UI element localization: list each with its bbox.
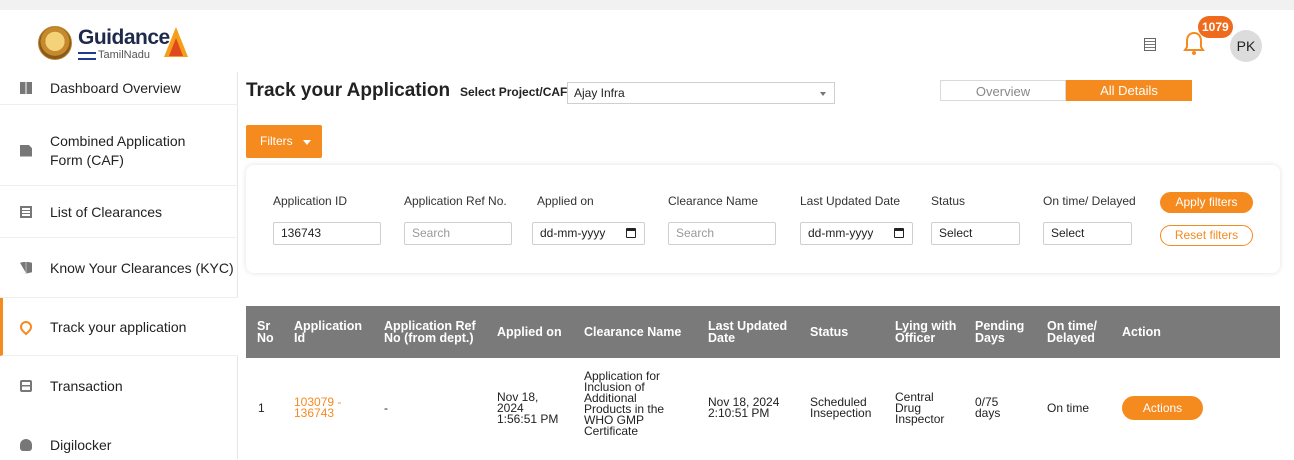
document-icon — [20, 144, 32, 157]
column-header-applied-on: Applied on — [497, 325, 562, 339]
logo-lines-icon — [78, 52, 96, 60]
guidance-logo[interactable]: Guidance TamilNadu — [38, 24, 188, 64]
app-header: Guidance TamilNadu — [0, 10, 1294, 72]
application-ref-label: Application Ref No. — [404, 194, 507, 208]
status-select[interactable]: Select — [931, 222, 1020, 245]
clearance-name-label: Clearance Name — [668, 194, 759, 208]
sidebar-item-dashboard[interactable]: Dashboard Overview — [0, 72, 238, 105]
sidebar-item-label: Transaction — [50, 378, 123, 394]
applied-on-label: Applied on — [537, 194, 594, 208]
ontime-label: On time/ Delayed — [1043, 194, 1136, 208]
book-icon — [20, 261, 32, 274]
chevron-down-icon — [820, 92, 826, 96]
sidebar-item-label: Dashboard Overview — [50, 80, 181, 96]
column-header-lying-with-officer: Lying with Officer — [895, 319, 957, 345]
column-header-status: Status — [810, 325, 849, 339]
tab-overview[interactable]: Overview — [940, 80, 1066, 101]
status-label: Status — [931, 194, 966, 208]
row-application-id-link[interactable]: 103079 - 136743 — [294, 396, 354, 419]
row-applied-on: Nov 18, 2024 1:56:51 PM — [497, 390, 559, 426]
row-sr-no: 1 — [258, 401, 265, 415]
sidebar-item-label: Track your application — [50, 318, 187, 335]
filters-button[interactable]: Filters — [246, 125, 322, 158]
last-updated-date-input[interactable]: dd-mm-yyyy — [800, 222, 913, 245]
reset-filters-button[interactable]: Reset filters — [1160, 225, 1253, 246]
application-id-input[interactable]: 136743 — [273, 222, 381, 245]
cloud-icon — [20, 439, 32, 451]
flame-inner-icon — [169, 38, 183, 56]
column-header-sr-no: Sr No — [257, 319, 274, 345]
row-lying-with-officer: Central Drug Inspector — [895, 390, 945, 426]
row-ontime-delayed: On time — [1047, 401, 1090, 415]
notification-count-badge[interactable]: 1079 — [1198, 16, 1233, 38]
last-updated-label: Last Updated Date — [800, 194, 901, 208]
last-updated-date-value: dd-mm-yyyy — [808, 226, 874, 240]
column-header-ontime-delayed: On time/ Delayed — [1047, 319, 1098, 345]
transaction-icon — [20, 380, 32, 392]
select-project-label: Select Project/CAF — [460, 85, 568, 99]
row-last-updated: Nov 18, 2024 2:10:51 PM — [708, 395, 780, 420]
sidebar-item-clearances[interactable]: List of Clearances — [0, 186, 238, 238]
location-pin-icon — [17, 318, 35, 335]
logo-title: Guidance — [78, 26, 170, 49]
sidebar-item-kyc[interactable]: Know Your Clearances (KYC) — [0, 238, 238, 298]
sidebar-item-label: Digilocker — [50, 437, 112, 453]
user-avatar[interactable]: PK — [1230, 30, 1262, 62]
row-clearance-name: Application for Inclusion of Additional … — [584, 369, 665, 438]
calendar-icon[interactable] — [626, 228, 636, 238]
filters-button-label: Filters — [260, 134, 293, 148]
row-status: Scheduled Insepection — [810, 395, 872, 420]
column-header-clearance-name: Clearance Name — [584, 325, 682, 339]
page-title: Track your Application — [246, 80, 451, 101]
column-header-application-id: Application Id — [294, 319, 363, 345]
top-strip — [0, 0, 1294, 10]
column-header-pending-days: Pending Days — [975, 319, 1025, 345]
project-select[interactable]: Ajay Infra — [567, 82, 835, 104]
tab-all-details[interactable]: All Details — [1066, 80, 1192, 101]
list-icon — [20, 205, 32, 218]
sidebar-item-track[interactable]: Track your application — [0, 298, 238, 356]
applied-on-date-value: dd-mm-yyyy — [540, 226, 606, 240]
filter-panel — [246, 165, 1280, 273]
ontime-select[interactable]: Select — [1043, 222, 1132, 245]
project-select-value: Ajay Infra — [574, 86, 625, 100]
sidebar-item-transaction[interactable]: Transaction — [0, 360, 238, 412]
clearance-name-input[interactable]: Search — [668, 222, 776, 245]
row-application-ref: - — [384, 401, 388, 415]
application-ref-input[interactable]: Search — [404, 222, 512, 245]
list-view-icon[interactable] — [1144, 38, 1156, 51]
row-actions-button[interactable]: Actions — [1122, 396, 1203, 420]
calendar-icon[interactable] — [894, 228, 904, 238]
sidebar-item-digilocker[interactable]: Digilocker — [0, 430, 238, 460]
column-header-action: Action — [1122, 325, 1161, 339]
dashboard-icon — [20, 82, 32, 94]
logo-subtitle: TamilNadu — [98, 49, 150, 61]
sidebar-item-label: Combined Application Form (CAF) — [50, 132, 186, 168]
row-pending-days: 0/75 days — [975, 395, 1001, 420]
sidebar-item-label: List of Clearances — [50, 203, 163, 220]
sidebar-item-label: Know Your Clearances (KYC) — [50, 259, 234, 276]
sidebar-item-caf[interactable]: Combined Application Form (CAF) — [0, 116, 238, 186]
tamilnadu-emblem-icon — [38, 26, 72, 60]
column-header-last-updated: Last Updated Date — [708, 319, 788, 345]
application-id-label: Application ID — [273, 194, 348, 208]
caret-down-icon — [303, 140, 311, 145]
applied-on-date-input[interactable]: dd-mm-yyyy — [532, 222, 645, 245]
apply-filters-button[interactable]: Apply filters — [1160, 192, 1253, 213]
column-header-application-ref: Application Ref No (from dept.) — [384, 319, 476, 345]
